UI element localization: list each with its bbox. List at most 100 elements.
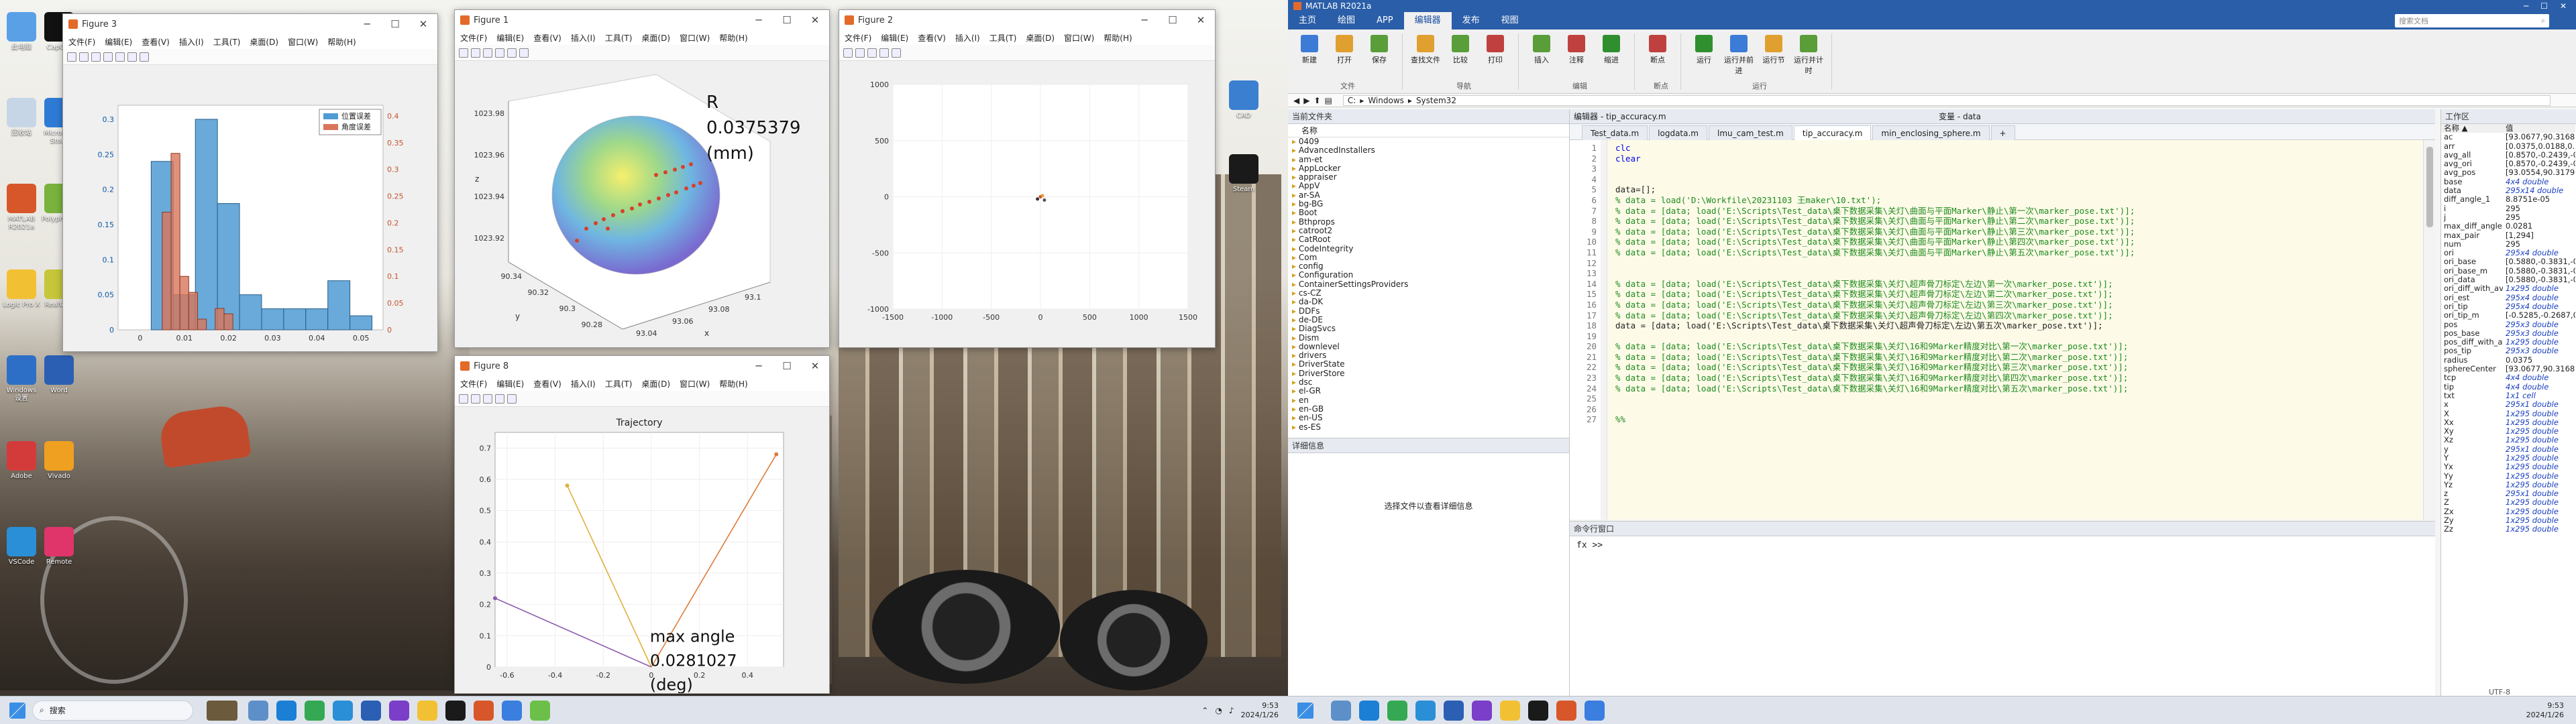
code-line[interactable]: % data = [data; load('E:\Scripts\Test_da… [1615,373,2423,383]
workspace-row[interactable]: tcp 4x4 double [2441,373,2575,382]
code-line[interactable]: % data = [data; load('E:\Scripts\Test_da… [1615,383,2423,394]
figure8-window[interactable]: Figure 8 ─ ☐ ✕ 文件(F) 编辑(E) 查看(V) 插入(I) 工具(T) 桌面… [454,355,830,694]
breadcrumb-item[interactable]: System32 [1416,96,1456,105]
folder-item[interactable]: ▸ am-et [1292,155,1569,164]
workspace-row[interactable]: ori_tip_m [-0.5285,-0.2687,0.8... [2441,311,2575,320]
save-icon[interactable] [483,394,492,404]
workspace-row[interactable]: Zx 1x295 double [2441,507,2575,516]
workspace-row[interactable]: X 1x295 double [2441,410,2575,418]
rotate-icon[interactable] [140,52,149,62]
workspace-row[interactable]: avg_pos [93.0554,90.3179,1... [2441,168,2575,177]
menu-item[interactable]: 查看(V) [533,32,561,44]
folder-item[interactable]: ▸ ContainerSettingsProviders [1292,280,1569,289]
ribbon-tab[interactable]: 发布 [1452,12,1491,29]
workspace-row[interactable]: Y 1x295 double [2441,454,2575,463]
new-icon[interactable] [67,52,76,62]
code-line[interactable] [1615,164,2423,174]
menu-item[interactable]: 桌面(D) [1026,32,1055,44]
workspace-row[interactable]: diff_angle_1 8.8751e-05 [2441,195,2575,204]
edge-icon[interactable] [1359,700,1379,721]
command-prompt[interactable]: fx >> [1570,536,2435,555]
workspace-row[interactable]: sphereCenter [93.0677,90.3168,1... [2441,365,2575,373]
clock-date[interactable]: 2024/1/26 [1241,711,1279,720]
folder-item[interactable]: ▸ catroot2 [1292,226,1569,235]
close-icon[interactable]: ✕ [1187,14,1215,26]
code-line[interactable]: % data = [data; load('E:\Scripts\Test_da… [1615,247,2423,258]
widget-icon[interactable] [207,700,237,721]
figure2-window[interactable]: Figure 2 ─ ☐ ✕ 文件(F) 编辑(E) 查看(V) 插入(I) 工具(T) 桌面… [839,9,1216,348]
open-icon[interactable] [79,52,89,62]
folder-item[interactable]: ▸ en [1292,396,1569,405]
chrome-icon[interactable] [1387,700,1407,721]
clock-time[interactable]: 9:53 [2526,701,2564,711]
forward-icon[interactable]: ▶ [1303,96,1309,105]
desktop-icon[interactable]: Adobe [3,441,40,481]
open-icon[interactable] [471,394,480,404]
folder-item[interactable]: ▸ bg-BG [1292,199,1569,208]
ribbon-tab[interactable]: 编辑器 [1403,12,1452,29]
tray-chevron-icon[interactable]: ⌃ [1201,706,1208,715]
workspace-row[interactable]: radius 0.0375 [2441,356,2575,365]
menu-item[interactable]: 桌面(D) [250,36,278,48]
breadcrumb-item[interactable]: C: [1348,96,1356,105]
column-header[interactable]: 值 [2503,124,2575,133]
editor-scrollbar[interactable] [2423,140,2435,520]
folder-item[interactable]: ▸ Bthprops [1292,217,1569,227]
code-line[interactable]: % data = [data; load('E:\Scripts\Test_da… [1615,352,2423,363]
folder-item[interactable]: ▸ Dism [1292,333,1569,343]
code-line[interactable]: clc [1615,143,2423,154]
editor-tab[interactable]: min_enclosing_sphere.m [1872,125,1990,140]
desktop-icon[interactable]: 此电脑 [3,12,40,52]
pan-icon[interactable] [127,52,137,62]
workspace-row[interactable]: Xz 1x295 double [2441,436,2575,444]
folder-item[interactable]: ▸ el-GR [1292,387,1569,396]
windows-start-icon[interactable] [9,702,25,719]
breadcrumb-item[interactable]: Windows [1368,96,1404,105]
menu-item[interactable]: 帮助(H) [719,378,747,389]
code-line[interactable]: %% [1615,414,2423,425]
folder-item[interactable]: ▸ config [1292,262,1569,271]
figure1-window[interactable]: Figure 1 ─ ☐ ✕ 文件(F) 编辑(E) 查看(V) 插入(I) 工具(T) 桌面… [454,9,830,348]
column-header-name[interactable]: 名称 [1288,124,1569,137]
legend[interactable]: 位置误差角度误差 [319,109,382,135]
workspace-row[interactable]: data 295x14 double [2441,186,2575,195]
code-line[interactable] [1615,174,2423,185]
workspace-row[interactable]: ori_est 295x4 double [2441,294,2575,302]
taskbar-search-box[interactable]: ⌕ 搜索 [32,700,193,721]
clock-time[interactable]: 9:53 [1241,701,1279,711]
desktop-icon[interactable]: VSCode [3,527,40,566]
chrome-icon[interactable] [305,700,325,721]
menu-item[interactable]: 编辑(E) [105,36,132,48]
workspace-row[interactable]: j 295 [2441,213,2575,222]
terminal-icon[interactable] [445,700,466,721]
app-icon[interactable] [502,700,522,721]
workspace-row[interactable]: ac [93.0677,90.3168,1... [2441,133,2575,141]
folder-item[interactable]: ▸ CatRoot [1292,235,1569,244]
code-line[interactable]: % data = [data; load('E:\Scripts\Test_da… [1615,216,2423,227]
folder-item[interactable]: ▸ ar-SA [1292,190,1569,200]
desktop-icon[interactable]: Logic Pro X [3,269,40,309]
workspace-row[interactable]: max_pair [1,294] [2441,231,2575,240]
code-line[interactable]: % data = [data; load('E:\Scripts\Test_da… [1615,300,2423,310]
zoom-icon[interactable] [892,48,901,58]
folder-item[interactable]: ▸ AdvancedInstallers [1292,146,1569,155]
close-icon[interactable]: ✕ [801,14,829,26]
open-icon[interactable] [471,48,480,58]
open-icon[interactable] [855,48,865,58]
code-line[interactable]: % data = [data; load('E:\Scripts\Test_da… [1615,289,2423,300]
minimize-icon[interactable]: ─ [745,360,773,372]
task-view-icon[interactable] [248,700,268,721]
menu-item[interactable]: 插入(I) [571,32,596,44]
folder-item[interactable]: ▸ DiagSvcs [1292,324,1569,333]
minimize-icon[interactable]: ─ [353,18,381,30]
code-line[interactable]: % data = [data; load('E:\Scripts\Test_da… [1615,341,2423,352]
folder-item[interactable]: ▸ 0409 [1292,137,1569,146]
close-icon[interactable]: ✕ [801,360,829,372]
editor-tab[interactable]: tip_accuracy.m [1793,125,1872,140]
code-line[interactable] [1615,258,2423,269]
workspace-row[interactable]: ori_base_m [0.5880,-0.3831,-0.7... [2441,267,2575,276]
folder-item[interactable]: ▸ DriverStore [1292,369,1569,378]
workspace-row[interactable]: avg_ori [0.8570,-0.2439,-0.3... [2441,160,2575,168]
workspace-row[interactable]: ori_data [0.5880,-0.3831,-0.7... [2441,276,2575,284]
ribbon-tab[interactable]: 视图 [1491,12,1529,29]
